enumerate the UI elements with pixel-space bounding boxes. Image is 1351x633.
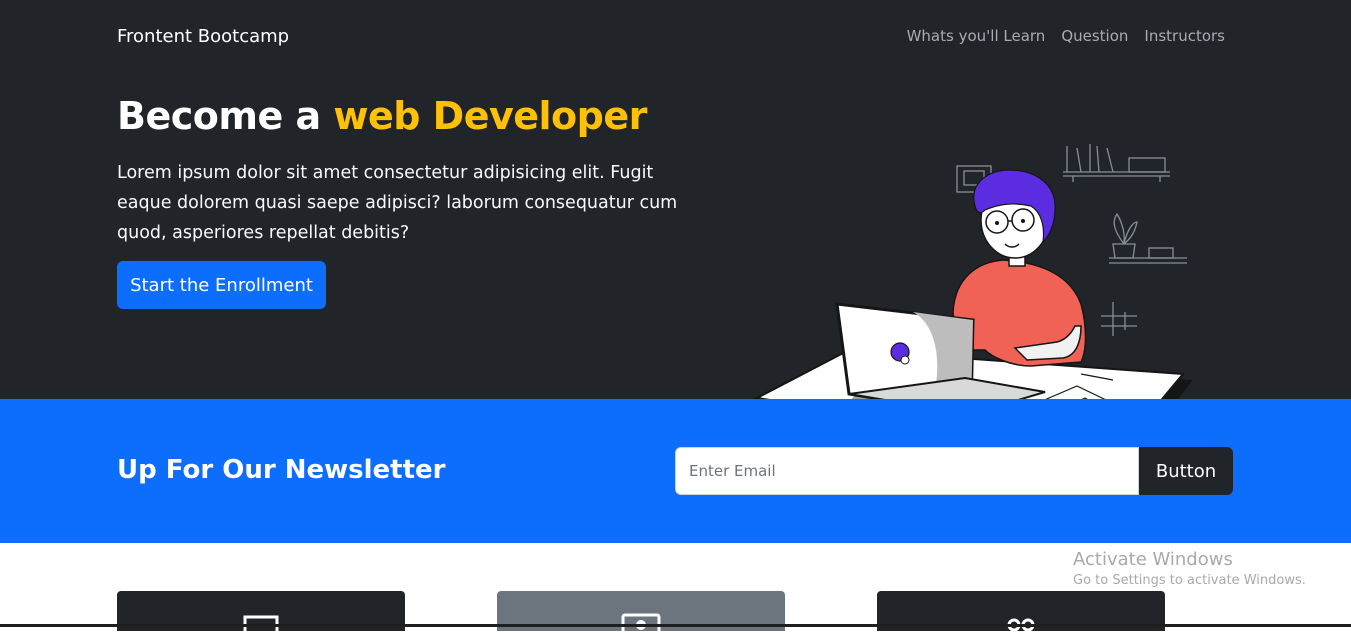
hero-title-accent: web Developer — [333, 94, 647, 138]
watermark-title: Activate Windows — [1073, 549, 1233, 570]
start-enrollment-button[interactable]: Start the Enrollment — [117, 261, 326, 309]
person-badge-icon — [621, 613, 661, 633]
nav-link-question[interactable]: Question — [1061, 27, 1128, 45]
hero-title: Become a web Developer — [117, 94, 647, 138]
watermark-subtitle: Go to Settings to activate Windows. — [1073, 573, 1306, 588]
people-icon — [1007, 618, 1035, 632]
hero-section: Become a web Developer Lorem ipsum dolor… — [0, 72, 1351, 464]
nav-links: Whats you'll Learn Question Instructors — [907, 27, 1225, 45]
navbar: Frontent Bootcamp Whats you'll Learn Que… — [0, 0, 1351, 72]
newsletter-section: Up For Our Newsletter Button — [0, 399, 1351, 543]
windows-activation-watermark: Activate Windows Go to Settings to activ… — [1073, 549, 1306, 588]
newsletter-title: Up For Our Newsletter — [117, 455, 446, 485]
brand-logo[interactable]: Frontent Bootcamp — [117, 26, 289, 47]
laptop-icon — [243, 615, 279, 633]
hero-title-prefix: Become a — [117, 94, 334, 138]
nav-link-learn[interactable]: Whats you'll Learn — [907, 27, 1046, 45]
email-input[interactable] — [675, 447, 1139, 495]
hero-lead-text: Lorem ipsum dolor sit amet consectetur a… — [117, 163, 678, 243]
nav-link-instructors[interactable]: Instructors — [1144, 27, 1225, 45]
newsletter-submit-button[interactable]: Button — [1139, 447, 1233, 495]
